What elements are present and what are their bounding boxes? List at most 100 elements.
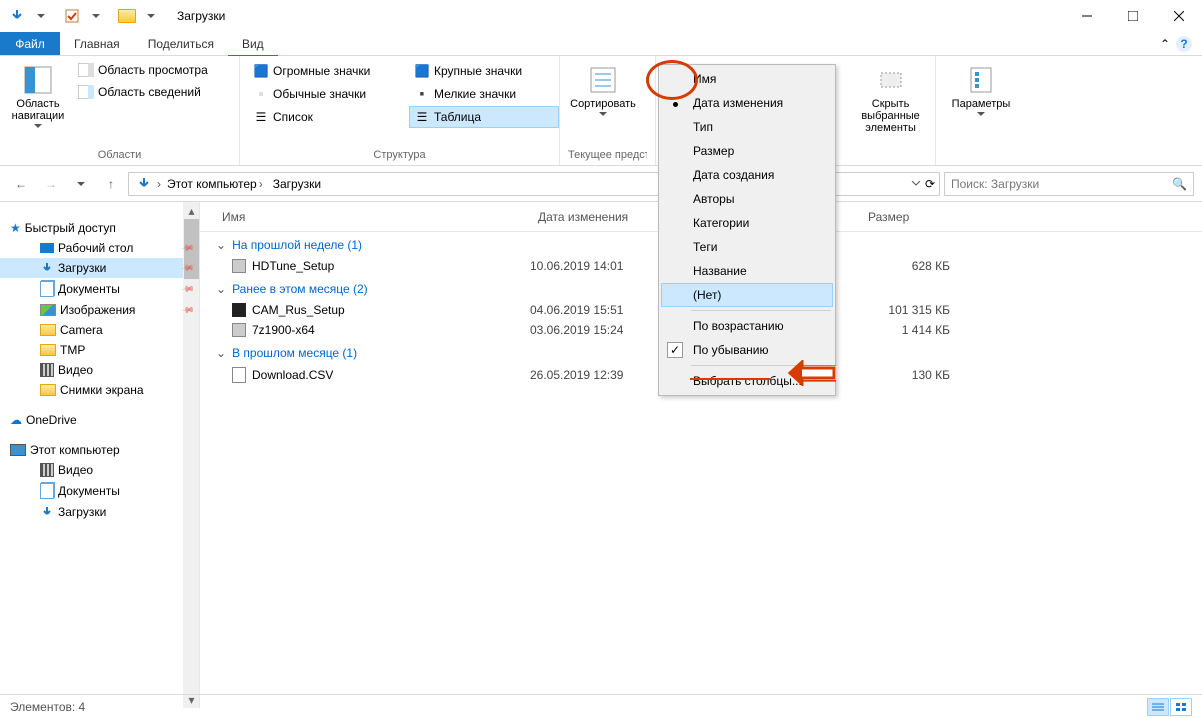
- quick-access-toolbar: Загрузки: [6, 5, 225, 27]
- chevron-right-icon[interactable]: ›: [157, 177, 161, 191]
- annotation-underline: [690, 378, 770, 380]
- sidebar-desktop[interactable]: Рабочий стол: [0, 238, 199, 258]
- menu-item-title[interactable]: Название: [661, 259, 833, 283]
- menu-item-none[interactable]: (Нет): [661, 283, 833, 307]
- sidebar-this-pc[interactable]: Этот компьютер: [0, 440, 199, 460]
- menu-item-ascending[interactable]: По возрастанию: [661, 314, 833, 338]
- ribbon-group-current-view-label: Текущее представление: [568, 149, 647, 163]
- menu-item-type[interactable]: Тип: [661, 115, 833, 139]
- help-icon[interactable]: ?: [1176, 36, 1192, 52]
- qa-dropdown2-icon[interactable]: [85, 5, 107, 27]
- view-extra-large-icons[interactable]: 🟦Огромные значки: [248, 60, 408, 82]
- menu-separator: [691, 310, 831, 311]
- breadcrumb-current[interactable]: Загрузки: [269, 177, 325, 191]
- search-box[interactable]: Поиск: Загрузки 🔍: [944, 172, 1194, 196]
- dropdown-icon: [34, 124, 42, 128]
- ribbon-group-layout-label: Структура: [248, 149, 551, 163]
- details-view-toggle[interactable]: [1147, 698, 1169, 716]
- sidebar: ▴ ▾ ★Быстрый доступ Рабочий стол Загрузк…: [0, 202, 200, 708]
- sidebar-documents[interactable]: Документы: [0, 278, 199, 300]
- maximize-button[interactable]: [1110, 1, 1156, 31]
- file-icon: [232, 367, 246, 383]
- content: ▴ ▾ ★Быстрый доступ Рабочий стол Загрузк…: [0, 202, 1202, 708]
- view-medium-icons[interactable]: ▫️Обычные значки: [248, 83, 408, 105]
- menu-item-date-created[interactable]: Дата создания: [661, 163, 833, 187]
- menu-item-descending[interactable]: ✓По убыванию: [661, 338, 833, 362]
- hide-selected-button[interactable]: Скрыть выбранные элементы: [854, 60, 927, 138]
- recent-locations-button[interactable]: [68, 171, 94, 197]
- menu-item-date-modified[interactable]: Дата изменения: [661, 91, 833, 115]
- download-arrow-icon[interactable]: [6, 5, 28, 27]
- navigation-pane-label: Область навигации: [10, 98, 66, 122]
- sidebar-downloads[interactable]: Загрузки: [0, 258, 199, 278]
- sidebar-pictures[interactable]: Изображения: [0, 300, 199, 320]
- forward-button[interactable]: →: [38, 171, 64, 197]
- menu-item-authors[interactable]: Авторы: [661, 187, 833, 211]
- refresh-icon[interactable]: ⟳: [925, 177, 935, 191]
- sidebar-tmp[interactable]: TMP: [0, 340, 199, 360]
- address-dropdown-icon[interactable]: [911, 177, 921, 191]
- window-controls: [1064, 1, 1202, 31]
- bullet-icon: [673, 102, 678, 107]
- collapse-ribbon-icon[interactable]: ⌃: [1160, 37, 1170, 51]
- properties-checkbox-icon[interactable]: [61, 5, 83, 27]
- sidebar-quick-access[interactable]: ★Быстрый доступ: [0, 218, 199, 238]
- options-label: Параметры: [952, 98, 1011, 110]
- qa-dropdown3-icon[interactable]: [140, 5, 162, 27]
- menu-item-name[interactable]: Имя: [661, 67, 833, 91]
- view-small-icons[interactable]: ▪️Мелкие значки: [409, 83, 559, 105]
- tab-view[interactable]: Вид: [228, 32, 278, 55]
- tab-home[interactable]: Главная: [60, 32, 134, 55]
- installer-icon: [232, 259, 246, 273]
- tab-file[interactable]: Файл: [0, 32, 60, 55]
- back-button[interactable]: ←: [8, 171, 34, 197]
- menu-separator: [691, 365, 831, 366]
- breadcrumb-this-pc[interactable]: Этот компьютер›: [163, 177, 267, 191]
- up-button[interactable]: ↑: [98, 171, 124, 197]
- menu-item-choose-columns[interactable]: Выбрать столбцы...: [661, 369, 833, 393]
- sidebar-camera[interactable]: Camera: [0, 320, 199, 340]
- search-icon: 🔍: [1172, 177, 1187, 191]
- sidebar-documents2[interactable]: Документы: [0, 480, 199, 502]
- sidebar-scrollbar[interactable]: ▴ ▾: [183, 202, 200, 708]
- view-list[interactable]: ☰Список: [248, 106, 408, 128]
- sidebar-onedrive[interactable]: ☁OneDrive: [0, 410, 199, 430]
- menu-item-size[interactable]: Размер: [661, 139, 833, 163]
- ribbon-group-panes-label: Области: [8, 149, 231, 163]
- ribbon-group-current-view: Сортировать Текущее представление: [560, 56, 656, 165]
- view-details[interactable]: ☰Таблица: [409, 106, 559, 128]
- menu-item-tags[interactable]: Теги: [661, 235, 833, 259]
- ribbon-right-controls: ⌃ ?: [1160, 32, 1192, 55]
- sort-by-label: Сортировать: [570, 98, 636, 110]
- tab-share[interactable]: Поделиться: [134, 32, 228, 55]
- qa-dropdown-icon[interactable]: [30, 5, 52, 27]
- details-pane-label: Область сведений: [98, 85, 201, 99]
- preview-pane-label: Область просмотра: [98, 63, 208, 77]
- menu-item-categories[interactable]: Категории: [661, 211, 833, 235]
- column-header-size[interactable]: Размер: [860, 206, 980, 228]
- folder-icon: [116, 5, 138, 27]
- view-large-icons[interactable]: 🟦Крупные значки: [409, 60, 559, 82]
- minimize-button[interactable]: [1064, 1, 1110, 31]
- titlebar: Загрузки: [0, 0, 1202, 32]
- window-title: Загрузки: [177, 9, 225, 23]
- sidebar-screenshots[interactable]: Снимки экрана: [0, 380, 199, 400]
- sidebar-videos[interactable]: Видео: [0, 360, 199, 380]
- dropdown-icon: [599, 112, 607, 116]
- thumbnails-view-toggle[interactable]: [1170, 698, 1192, 716]
- status-item-count: Элементов: 4: [10, 700, 85, 714]
- app-icon: [232, 303, 246, 317]
- sort-by-button[interactable]: Сортировать: [568, 60, 638, 120]
- options-button[interactable]: Параметры: [944, 60, 1018, 120]
- sidebar-downloads2[interactable]: Загрузки: [0, 502, 199, 522]
- ribbon-group-options: Параметры: [936, 56, 1026, 165]
- column-header-name[interactable]: Имя: [200, 206, 530, 228]
- installer-icon: [232, 323, 246, 337]
- sidebar-videos2[interactable]: Видео: [0, 460, 199, 480]
- details-pane-button[interactable]: Область сведений: [74, 82, 212, 102]
- close-button[interactable]: [1156, 1, 1202, 31]
- ribbon: Область навигации Область просмотра Обла…: [0, 56, 1202, 166]
- preview-pane-button[interactable]: Область просмотра: [74, 60, 212, 80]
- navigation-pane-button[interactable]: Область навигации: [8, 60, 68, 132]
- group-by-menu: Имя Дата изменения Тип Размер Дата созда…: [658, 64, 836, 396]
